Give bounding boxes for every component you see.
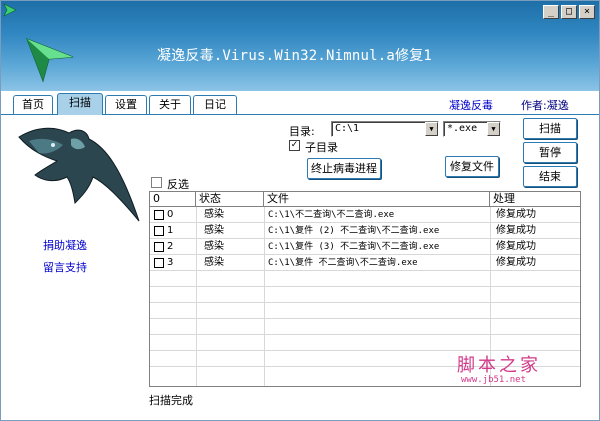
- scan-button[interactable]: 扫描: [523, 118, 577, 139]
- row-divider: [150, 286, 580, 287]
- minimize-button[interactable]: _: [543, 5, 559, 19]
- row-status: 感染: [204, 209, 224, 220]
- status-text: 扫描完成: [149, 394, 193, 407]
- chevron-down-icon[interactable]: ▼: [425, 122, 438, 136]
- app-window: _ □ × 凝逸反毒.Virus.Win32.Nimnul.a修复1 首页 扫描…: [0, 0, 600, 421]
- pause-button[interactable]: 暂停: [523, 142, 577, 163]
- row-divider: [150, 238, 580, 239]
- repair-files-button[interactable]: 修复文件: [445, 156, 499, 177]
- header-banner: _ □ × 凝逸反毒.Virus.Win32.Nimnul.a修复1: [1, 1, 599, 91]
- app-title: 凝逸反毒.Virus.Win32.Nimnul.a修复1: [157, 48, 433, 64]
- chevron-down-icon[interactable]: ▼: [487, 122, 500, 136]
- watermark-text: 脚本之家: [457, 355, 541, 376]
- row-divider: [150, 334, 580, 335]
- app-logo: [26, 38, 74, 83]
- column-divider: [196, 207, 197, 386]
- row-file: C:\1\不二查询\不二查询.exe: [268, 210, 395, 220]
- row-file: C:\1\复件 (3) 不二查询\不二查询.exe: [268, 242, 440, 252]
- app-icon: [3, 3, 17, 17]
- invert-checkbox[interactable]: [151, 177, 162, 188]
- row-divider: [150, 318, 580, 319]
- col-file-header[interactable]: 文件: [264, 192, 490, 207]
- extension-select[interactable]: *.exe ▼: [443, 121, 501, 137]
- row-status: 感染: [204, 257, 224, 268]
- directory-label: 目录:: [289, 125, 315, 138]
- kill-process-button[interactable]: 终止病毒进程: [307, 158, 381, 179]
- watermark-url: www.jb51.net: [461, 375, 527, 385]
- row-id: 2: [167, 241, 174, 252]
- row-status: 感染: [204, 225, 224, 236]
- row-checkbox[interactable]: [154, 210, 164, 220]
- directory-value: C:\1: [335, 123, 360, 134]
- tab-settings[interactable]: 设置: [105, 95, 147, 114]
- table-header: 0 状态 文件 处理: [150, 192, 580, 207]
- directory-select[interactable]: C:\1 ▼: [331, 121, 439, 137]
- maximize-button[interactable]: □: [561, 5, 577, 19]
- close-button[interactable]: ×: [579, 5, 595, 19]
- row-file: C:\1\复件 不二查询\不二查询.exe: [268, 258, 418, 268]
- subdir-checkbox[interactable]: ✓: [289, 140, 300, 151]
- extension-value: *.exe: [447, 123, 478, 134]
- window-controls: _ □ ×: [543, 5, 595, 19]
- subdir-label: 子目录: [305, 141, 338, 154]
- row-action: 修复成功: [496, 225, 536, 236]
- row-action: 修复成功: [496, 241, 536, 252]
- tab-scan[interactable]: 扫描: [57, 93, 103, 115]
- col-id-header[interactable]: 0: [150, 192, 196, 207]
- col-action-header[interactable]: 处理: [490, 192, 580, 207]
- row-divider: [150, 222, 580, 223]
- brand-link[interactable]: 凝逸反毒: [449, 97, 493, 113]
- row-checkbox[interactable]: [154, 258, 164, 268]
- tab-bar: 首页 扫描 设置 关于 日记: [1, 91, 599, 115]
- tab-log[interactable]: 日记: [193, 95, 237, 114]
- tab-home[interactable]: 首页: [13, 95, 53, 114]
- row-divider: [150, 254, 580, 255]
- row-divider: [150, 302, 580, 303]
- end-button[interactable]: 结束: [523, 166, 577, 187]
- dragon-artwork: [18, 127, 140, 222]
- tab-about[interactable]: 关于: [149, 95, 191, 114]
- row-id: 1: [167, 225, 174, 236]
- donate-link[interactable]: 捐助凝逸: [43, 237, 87, 253]
- row-id: 3: [167, 257, 174, 268]
- column-divider: [264, 207, 265, 386]
- row-action: 修复成功: [496, 209, 536, 220]
- row-status: 感染: [204, 241, 224, 252]
- row-file: C:\1\复件 (2) 不二查询\不二查询.exe: [268, 226, 440, 236]
- row-divider: [150, 270, 580, 271]
- row-id: 0: [167, 209, 174, 220]
- author-label: 作者:凝逸: [521, 99, 569, 112]
- row-checkbox[interactable]: [154, 242, 164, 252]
- row-action: 修复成功: [496, 257, 536, 268]
- col-status-header[interactable]: 状态: [196, 192, 264, 207]
- row-checkbox[interactable]: [154, 226, 164, 236]
- invert-label: 反选: [167, 178, 189, 191]
- message-link[interactable]: 留言支持: [43, 259, 87, 275]
